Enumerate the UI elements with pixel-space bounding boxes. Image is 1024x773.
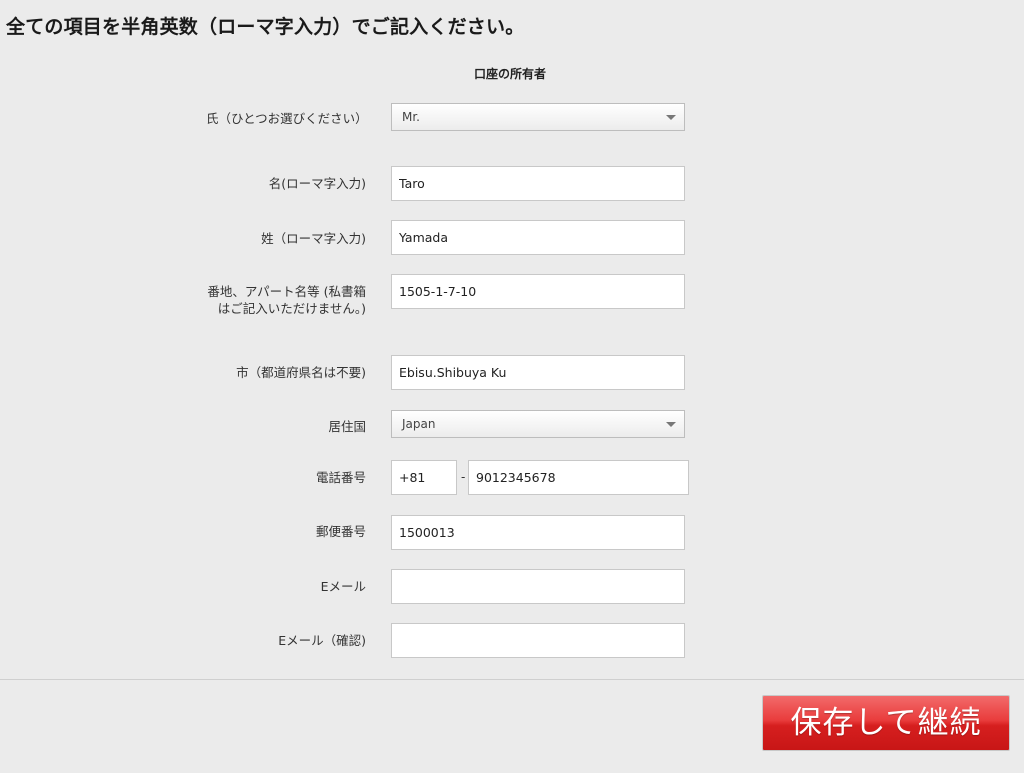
country-select-value: Japan	[402, 417, 436, 431]
country-select[interactable]: Japan	[391, 410, 685, 438]
first-name-input[interactable]	[391, 166, 685, 201]
address-input[interactable]	[391, 274, 685, 309]
phone-country-code-input[interactable]	[391, 460, 457, 495]
chevron-down-icon	[666, 115, 676, 120]
email-label: Eメール	[320, 579, 366, 594]
phone-label: 電話番号	[315, 470, 366, 485]
footer-divider	[0, 679, 1024, 680]
section-title: 口座の所有者	[473, 67, 546, 81]
phone-number-input[interactable]	[468, 460, 689, 495]
page-heading: 全ての項目を半角英数（ローマ字入力）でご記入ください。	[6, 16, 525, 38]
email-confirm-label: Eメール（確認)	[278, 633, 366, 648]
last-name-label: 姓（ローマ字入力)	[261, 231, 366, 246]
phone-separator: -	[461, 470, 466, 484]
address-label: 番地、アパート名等 (私書箱はご記入いただけません。)	[207, 284, 366, 316]
postal-code-label: 郵便番号	[315, 524, 366, 539]
title-select-value: Mr.	[402, 110, 420, 124]
email-input[interactable]	[391, 569, 685, 604]
email-confirm-input[interactable]	[391, 623, 685, 658]
title-label: 氏（ひとつお選びください）	[206, 111, 368, 126]
country-label: 居住国	[328, 419, 366, 434]
chevron-down-icon	[666, 422, 676, 427]
postal-code-input[interactable]	[391, 515, 685, 550]
city-label: 市（都道府県名は不要)	[236, 365, 366, 380]
last-name-input[interactable]	[391, 220, 685, 255]
city-input[interactable]	[391, 355, 685, 390]
save-continue-button[interactable]: 保存して継続	[762, 695, 1010, 751]
first-name-label: 名(ローマ字入力)	[268, 176, 366, 191]
title-select[interactable]: Mr.	[391, 103, 685, 131]
